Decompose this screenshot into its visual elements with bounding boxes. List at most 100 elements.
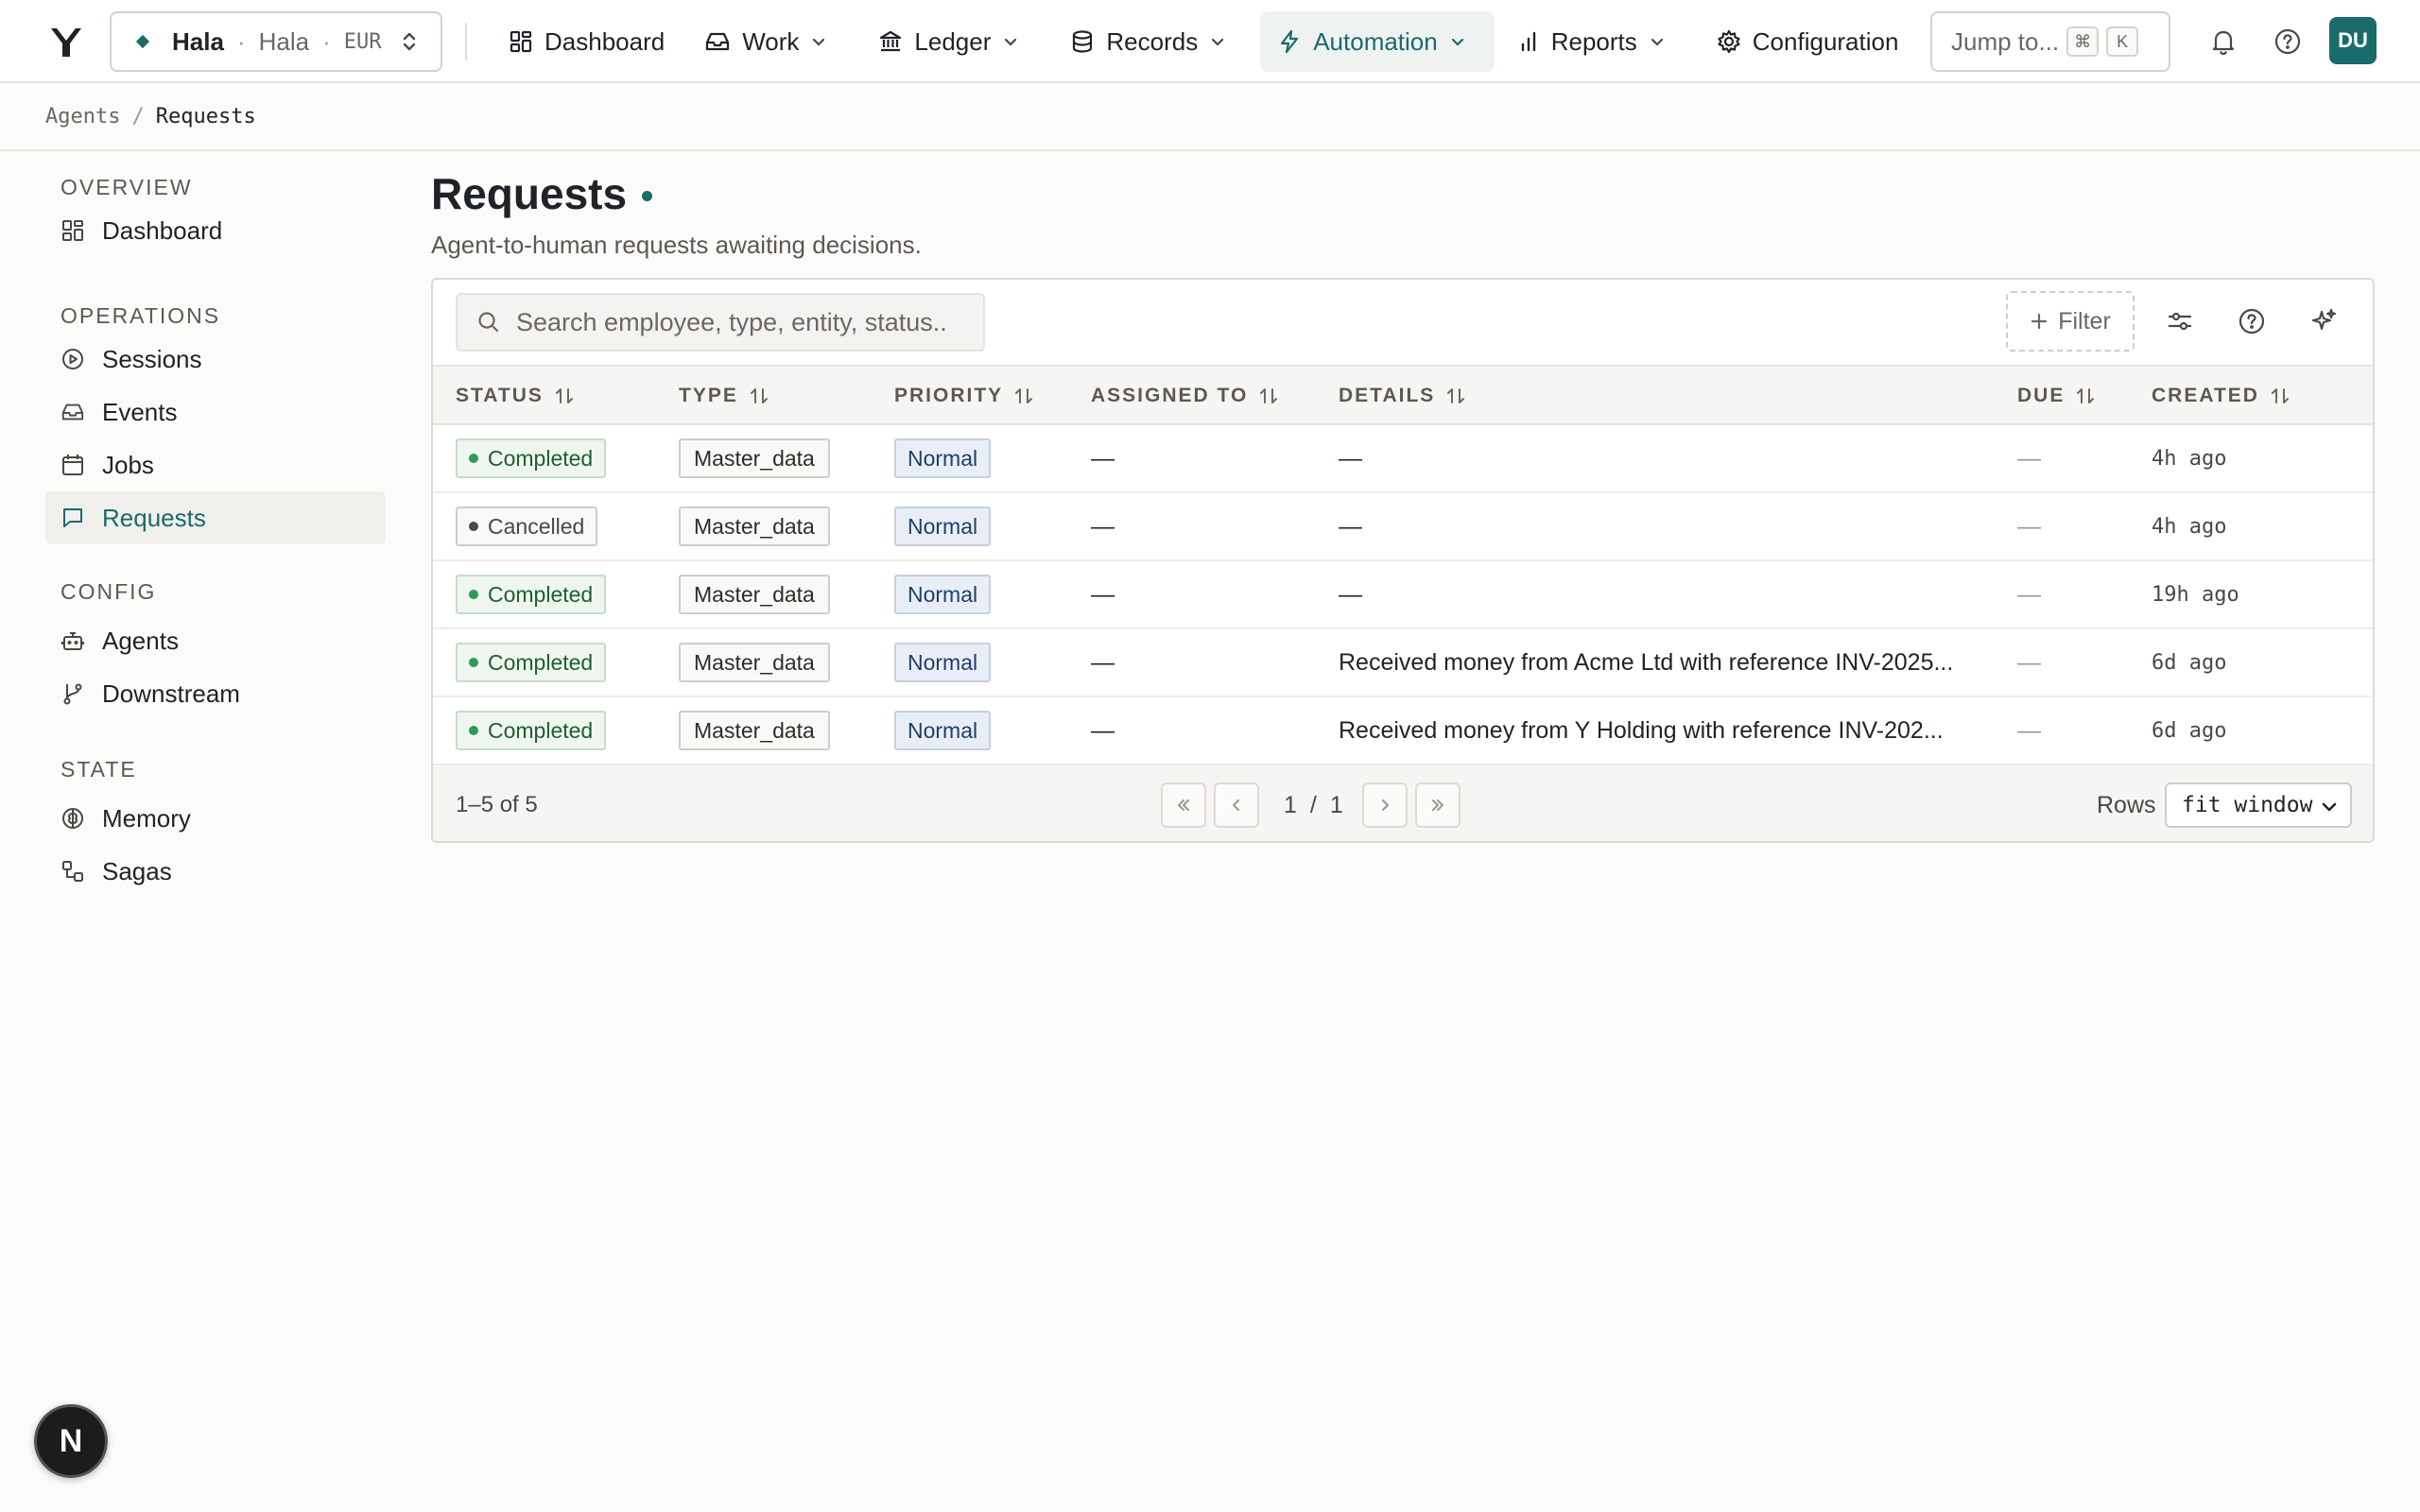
search-box[interactable] bbox=[456, 293, 985, 352]
search-input[interactable] bbox=[516, 307, 970, 337]
table-row[interactable]: Completed Master_data Normal — — — 4h ag… bbox=[433, 425, 2373, 493]
sort-icon bbox=[2065, 385, 2097, 407]
entity-name: Hala bbox=[172, 26, 224, 56]
user-avatar[interactable]: DU bbox=[2329, 17, 2377, 64]
divider bbox=[465, 23, 467, 60]
next-page-button[interactable] bbox=[1361, 782, 1408, 828]
nav-records-label: Records bbox=[1106, 26, 1199, 56]
sidebar-item-events[interactable]: Events bbox=[45, 386, 386, 438]
chevrons-left-icon bbox=[1174, 796, 1193, 815]
help-icon[interactable] bbox=[2271, 25, 2305, 59]
column-header-assigned-to[interactable]: Assigned to bbox=[1091, 367, 1280, 425]
nav-automation[interactable]: Automation bbox=[1260, 11, 1495, 72]
assistant-fab-button[interactable]: N bbox=[34, 1404, 108, 1478]
table-row[interactable]: Completed Master_data Normal — — — 19h a… bbox=[433, 561, 2373, 629]
chevron-up-down-icon bbox=[401, 29, 418, 54]
sparkles-icon[interactable] bbox=[2307, 304, 2341, 338]
sidebar-item-sagas[interactable]: Sagas bbox=[45, 845, 386, 898]
page-indicator: 1 / 1 bbox=[1284, 791, 1343, 818]
rows-per-page-label: Rows bbox=[2097, 791, 2156, 818]
lightning-icon bbox=[1277, 29, 1313, 54]
sliders-icon[interactable] bbox=[2163, 304, 2197, 338]
sort-icon bbox=[2259, 385, 2291, 407]
chevrons-right-icon bbox=[1428, 796, 1447, 815]
last-page-button[interactable] bbox=[1414, 782, 1461, 828]
assigned-cell: — bbox=[1091, 716, 1115, 744]
nav-records[interactable]: Records bbox=[1053, 11, 1254, 72]
created-cell: 6d ago bbox=[2152, 718, 2227, 743]
chevron-down-icon bbox=[1209, 33, 1237, 50]
table-row[interactable]: Completed Master_data Normal — Received … bbox=[433, 697, 2373, 765]
requests-table-card: Filter Status Type Priority Assigned to … bbox=[431, 278, 2375, 843]
table-row[interactable]: Cancelled Master_data Normal — — — 4h ag… bbox=[433, 493, 2373, 561]
due-cell: — bbox=[2017, 580, 2041, 608]
sidebar-item-label: Sagas bbox=[102, 856, 172, 885]
sidebar-item-downstream[interactable]: Downstream bbox=[45, 667, 386, 720]
nav-configuration-label: Configuration bbox=[1752, 26, 1899, 56]
nav-reports[interactable]: Reports bbox=[1500, 11, 1694, 72]
priority-badge: Normal bbox=[894, 438, 992, 478]
sidebar-item-requests[interactable]: Requests bbox=[45, 491, 386, 544]
priority-badge: Normal bbox=[894, 507, 992, 546]
entity-switcher[interactable]: Hala · Hala · EUR bbox=[110, 11, 442, 72]
details-cell: — bbox=[1339, 581, 1362, 608]
sidebar-item-sessions[interactable]: Sessions bbox=[45, 333, 386, 386]
assigned-cell: — bbox=[1091, 648, 1115, 676]
bar-chart-icon bbox=[1517, 29, 1551, 54]
nav-work[interactable]: Work bbox=[687, 11, 856, 72]
breadcrumb-agents[interactable]: Agents bbox=[45, 105, 120, 129]
pagination: 1 / 1 bbox=[1161, 782, 1468, 828]
plus-icon bbox=[2030, 312, 2058, 331]
page-title-text: Requests bbox=[431, 169, 628, 218]
rows-per-page-select[interactable]: fit window bbox=[2165, 782, 2352, 828]
live-status-dot bbox=[642, 190, 653, 201]
status-badge: Completed bbox=[456, 438, 607, 478]
brain-icon bbox=[60, 806, 102, 831]
sidebar-item-agents[interactable]: Agents bbox=[45, 614, 386, 667]
type-badge: Master_data bbox=[679, 507, 830, 546]
table-row[interactable]: Completed Master_data Normal — Received … bbox=[433, 629, 2373, 697]
kbd-cmd: ⌘ bbox=[2066, 26, 2100, 57]
filter-button[interactable]: Filter bbox=[2006, 291, 2135, 352]
status-badge: Completed bbox=[456, 575, 607, 614]
sidebar-item-label: Events bbox=[102, 397, 178, 426]
play-circle-icon bbox=[60, 347, 102, 371]
created-cell: 6d ago bbox=[2152, 650, 2227, 675]
column-header-created[interactable]: Created bbox=[2152, 367, 2291, 425]
sidebar-item-dashboard[interactable]: Dashboard bbox=[45, 204, 386, 257]
column-header-details[interactable]: Details bbox=[1339, 367, 1467, 425]
workflow-icon bbox=[60, 859, 102, 884]
app-logo-icon[interactable] bbox=[47, 23, 85, 60]
sidebar-item-memory[interactable]: Memory bbox=[45, 792, 386, 845]
first-page-button[interactable] bbox=[1161, 782, 1206, 828]
sidebar-section-state: State bbox=[60, 756, 137, 782]
priority-badge: Normal bbox=[894, 711, 992, 750]
sidebar-section-operations: Operations bbox=[60, 302, 221, 328]
due-cell: — bbox=[2017, 512, 2041, 540]
details-cell: Received money from Y Holding with refer… bbox=[1339, 717, 1944, 744]
bell-icon[interactable] bbox=[2206, 25, 2240, 59]
page-title: Requests bbox=[431, 168, 653, 219]
help-icon[interactable] bbox=[2235, 304, 2269, 338]
type-badge: Master_data bbox=[679, 575, 830, 614]
status-badge: Cancelled bbox=[456, 507, 598, 546]
sidebar-section-overview: Overview bbox=[60, 174, 193, 199]
column-header-type[interactable]: Type bbox=[679, 367, 770, 425]
column-header-status[interactable]: Status bbox=[456, 367, 576, 425]
nav-configuration[interactable]: Configuration bbox=[1700, 11, 1916, 72]
column-header-priority[interactable]: Priority bbox=[894, 367, 1035, 425]
sidebar-item-label: Downstream bbox=[102, 679, 240, 708]
calendar-icon bbox=[60, 453, 102, 477]
database-icon bbox=[1070, 29, 1106, 54]
nav-dashboard[interactable]: Dashboard bbox=[492, 11, 682, 72]
sidebar-item-jobs[interactable]: Jobs bbox=[45, 438, 386, 491]
chevron-left-icon bbox=[1227, 796, 1246, 815]
grid-icon bbox=[509, 29, 544, 54]
prev-page-button[interactable] bbox=[1214, 782, 1259, 828]
column-header-due[interactable]: Due bbox=[2017, 367, 2097, 425]
sidebar-item-label: Memory bbox=[102, 803, 191, 833]
nav-ledger[interactable]: Ledger bbox=[861, 11, 1047, 72]
inbox-icon bbox=[60, 400, 102, 424]
jump-to-button[interactable]: Jump to... ⌘ K bbox=[1930, 11, 2170, 72]
bank-icon bbox=[878, 29, 914, 54]
